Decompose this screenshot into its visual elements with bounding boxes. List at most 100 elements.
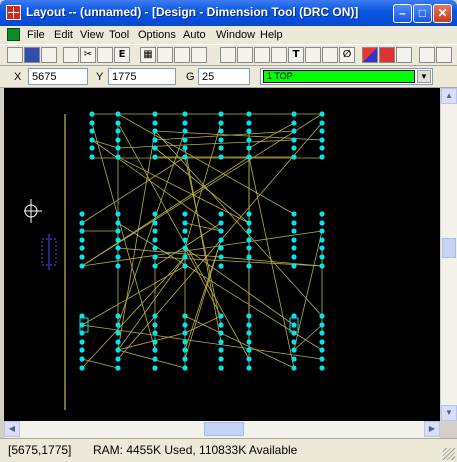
pad	[291, 365, 297, 371]
query-icon[interactable]	[220, 47, 236, 63]
maximize-button[interactable]: □	[413, 4, 432, 23]
layer-select[interactable]: 1 TOP ▼	[260, 68, 433, 85]
pad	[182, 228, 188, 234]
scroll-right-icon[interactable]: ▶	[424, 421, 440, 437]
pad	[152, 228, 158, 234]
pad	[291, 154, 297, 160]
pad	[182, 330, 188, 336]
dimension-icon[interactable]	[322, 47, 338, 63]
menu-auto[interactable]: Auto	[183, 29, 206, 41]
print-icon[interactable]	[41, 47, 57, 63]
pad	[218, 254, 224, 260]
settings-icon[interactable]	[419, 47, 435, 63]
extra-tool-icon[interactable]	[436, 47, 452, 63]
pad	[246, 220, 252, 226]
menu-view[interactable]: View	[80, 29, 104, 41]
pad	[152, 263, 158, 269]
library-icon[interactable]	[396, 47, 412, 63]
layout-canvas[interactable]	[4, 88, 440, 421]
pad	[182, 111, 188, 117]
pad	[115, 356, 121, 362]
find-icon[interactable]	[97, 47, 113, 63]
pad	[218, 137, 224, 143]
pad	[79, 365, 85, 371]
horizontal-scroll-thumb[interactable]	[204, 422, 244, 436]
y-label: Y	[96, 71, 104, 83]
pad	[246, 347, 252, 353]
pad	[182, 254, 188, 260]
pad	[319, 322, 325, 328]
pad	[218, 211, 224, 217]
pad	[182, 347, 188, 353]
zoom-window-icon[interactable]	[191, 47, 207, 63]
document-icon[interactable]	[7, 28, 20, 41]
menu-help[interactable]: Help	[260, 29, 283, 41]
pad	[79, 211, 85, 217]
trace	[154, 147, 250, 224]
text-tool-icon[interactable]: T	[288, 47, 304, 63]
grid-icon[interactable]: ▦	[140, 47, 156, 63]
pad	[115, 365, 121, 371]
horizontal-scrollbar[interactable]: ◀ ▶	[4, 421, 440, 438]
pad	[79, 263, 85, 269]
chevron-down-icon[interactable]: ▼	[417, 70, 431, 83]
pad	[246, 313, 252, 319]
pad	[291, 211, 297, 217]
info-icon[interactable]	[254, 47, 270, 63]
pad	[218, 263, 224, 269]
pad	[291, 330, 297, 336]
menu-window[interactable]: Window	[216, 29, 255, 41]
menu-edit[interactable]: Edit	[54, 29, 73, 41]
pad	[182, 245, 188, 251]
menu-options[interactable]: Options	[138, 29, 176, 41]
save-icon[interactable]	[24, 47, 40, 63]
pad	[291, 263, 297, 269]
resize-grip[interactable]	[443, 448, 455, 460]
pad	[319, 154, 325, 160]
scroll-up-icon[interactable]: ▲	[441, 88, 457, 104]
pad	[218, 365, 224, 371]
pad	[291, 339, 297, 345]
pad	[152, 154, 158, 160]
pad	[291, 128, 297, 134]
pad	[218, 237, 224, 243]
menu-tool[interactable]: Tool	[109, 29, 129, 41]
pad	[319, 347, 325, 353]
pad	[218, 313, 224, 319]
route-icon[interactable]	[237, 47, 253, 63]
report-icon[interactable]	[63, 47, 79, 63]
color-icon[interactable]	[362, 47, 378, 63]
x-coordinate: 5675	[28, 68, 88, 85]
pad	[115, 120, 121, 126]
scroll-down-icon[interactable]: ▼	[441, 405, 457, 421]
drc-icon[interactable]	[379, 47, 395, 63]
status-bar: [5675,1775] RAM: 4455K Used, 110833K Ava…	[0, 438, 457, 462]
close-button[interactable]: ✕	[433, 4, 452, 23]
no-drc-icon[interactable]: ∅	[339, 47, 355, 63]
pad	[115, 228, 121, 234]
edit-icon[interactable]: E	[114, 47, 130, 63]
title-bar[interactable]: Layout -- (unnamed) - [Design - Dimensio…	[0, 0, 457, 26]
pad	[319, 330, 325, 336]
vertical-scrollbar[interactable]: ▲ ▼	[440, 88, 457, 421]
pad	[319, 228, 325, 234]
new-file-icon[interactable]	[7, 47, 23, 63]
vertical-scroll-thumb[interactable]	[442, 238, 456, 258]
pad	[218, 111, 224, 117]
pcb-drawing	[24, 111, 325, 410]
cut-icon[interactable]: ✂	[80, 47, 96, 63]
minimize-button[interactable]: –	[393, 4, 412, 23]
pad-icon[interactable]	[271, 47, 287, 63]
pad	[89, 145, 95, 151]
pad	[79, 347, 85, 353]
menu-file[interactable]: File	[27, 29, 45, 41]
grid-value[interactable]: 25	[198, 68, 250, 85]
scroll-left-icon[interactable]: ◀	[4, 421, 20, 437]
zoom-out-icon[interactable]	[174, 47, 190, 63]
zoom-in-icon[interactable]	[157, 47, 173, 63]
pad	[291, 356, 297, 362]
trace	[81, 265, 186, 326]
move-icon[interactable]	[305, 47, 321, 63]
pad	[246, 339, 252, 345]
pad	[152, 322, 158, 328]
